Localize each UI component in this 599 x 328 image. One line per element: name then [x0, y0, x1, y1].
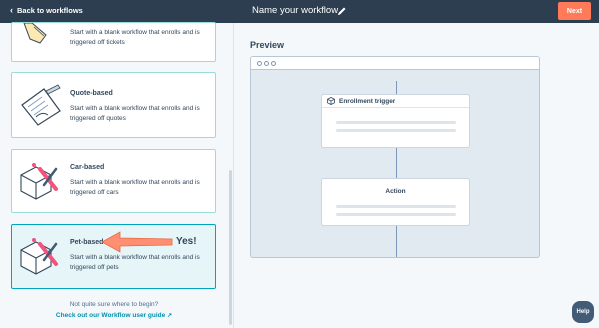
- card-title: Pet-based: [70, 239, 104, 246]
- card-description: Start with a blank workflow that enrolls…: [70, 105, 200, 122]
- external-link-icon: ↗: [167, 313, 173, 319]
- pencil-icon[interactable]: [337, 6, 347, 16]
- browser-title-bar: [251, 57, 539, 70]
- back-label: Back to workflows: [17, 6, 83, 15]
- action-node: Action: [321, 178, 470, 226]
- card-description: Start with a blank workflow that enrolls…: [70, 254, 200, 271]
- custom-object-cube-icon: [20, 163, 58, 200]
- card-description: Start with a blank workflow that enrolls…: [70, 29, 200, 46]
- quote-document-icon: [21, 84, 61, 126]
- custom-object-cube-icon: [20, 238, 58, 275]
- workflow-preview-window: Enrollment trigger Action: [250, 56, 540, 258]
- trigger-header: Enrollment trigger: [322, 95, 469, 108]
- window-dot: [271, 61, 276, 66]
- help-question: Not quite sure where to begin?: [69, 301, 159, 308]
- cube-icon: [327, 97, 335, 105]
- annotation-arrow-icon: [101, 231, 173, 253]
- chevron-left-icon: ‹: [10, 5, 13, 15]
- window-dot: [264, 61, 269, 66]
- ticket-based-card[interactable]: Start with a blank workflow that enrolls…: [11, 22, 216, 62]
- back-to-workflows-link[interactable]: ‹ Back to workflows: [10, 5, 83, 16]
- guide-link-label: Check out our Workflow user guide: [55, 312, 166, 319]
- top-bar: ‹ Back to workflows Name your workflow N…: [0, 0, 599, 23]
- ticket-icon: [23, 23, 47, 44]
- quote-based-card[interactable]: Quote-based Start with a blank workflow …: [11, 72, 216, 138]
- workflow-name-title[interactable]: Name your workflow: [252, 5, 338, 16]
- placeholder-line: [336, 129, 456, 132]
- annotation-text: Yes!: [176, 236, 197, 247]
- car-based-card[interactable]: Car-based Start with a blank workflow th…: [11, 149, 216, 213]
- scrollbar[interactable]: [229, 170, 232, 325]
- workflow-user-guide-link[interactable]: Check out our Workflow user guide ↗: [0, 312, 228, 319]
- enrollment-trigger-node: Enrollment trigger: [321, 94, 470, 148]
- card-title: Quote-based: [70, 90, 113, 97]
- window-dot: [257, 61, 262, 66]
- help-button[interactable]: Help: [572, 301, 594, 323]
- placeholder-line: [336, 205, 456, 208]
- trigger-title: Enrollment trigger: [339, 97, 396, 105]
- next-button[interactable]: Next: [558, 2, 591, 20]
- card-description: Start with a blank workflow that enrolls…: [70, 179, 200, 196]
- card-title: Car-based: [70, 164, 105, 171]
- preview-heading: Preview: [250, 40, 285, 50]
- action-title: Action: [385, 188, 406, 195]
- placeholder-line: [336, 121, 456, 124]
- placeholder-line: [336, 213, 456, 216]
